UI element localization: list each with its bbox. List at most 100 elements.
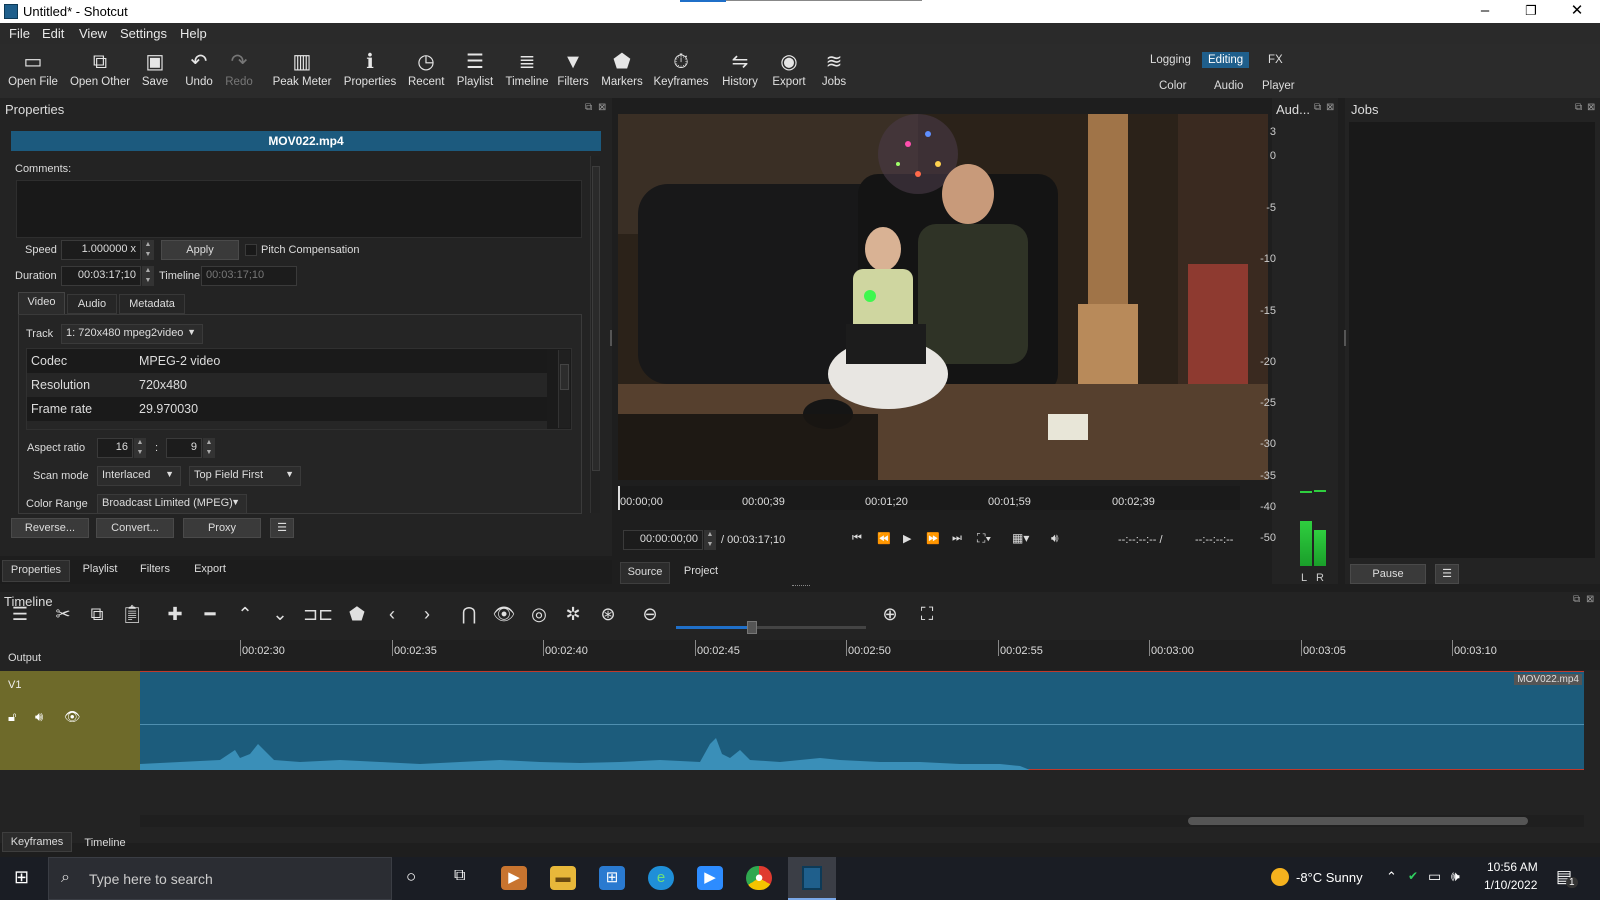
timeline-h-scrollbar[interactable]	[140, 815, 1584, 827]
security-check-icon[interactable]: ✔	[1408, 869, 1418, 883]
layout-fx[interactable]: FX	[1262, 52, 1289, 68]
pause-button[interactable]: Pause	[1350, 564, 1426, 584]
open-file-button[interactable]: ▭ Open File	[8, 48, 58, 88]
ripple-icon[interactable]: ◎	[527, 604, 551, 625]
minimize-icon[interactable]: –	[1462, 0, 1508, 23]
remove-icon[interactable]: ━	[198, 604, 222, 625]
speed-spinner[interactable]: ▲ ▼	[142, 240, 154, 260]
tab-project[interactable]: Project	[673, 562, 729, 584]
aspect-height-input[interactable]: 9	[166, 438, 202, 458]
panel-close-icon[interactable]: ⊠	[1326, 102, 1334, 113]
zoom-slider-handle[interactable]	[747, 621, 757, 634]
aspect-width-input[interactable]: 16	[97, 438, 133, 458]
timeline-h-scroll-thumb[interactable]	[1188, 817, 1528, 825]
ripple-markers-icon[interactable]: ⊛	[596, 604, 620, 625]
open-other-button[interactable]: ⧉ Open Other	[68, 48, 132, 88]
position-timecode[interactable]: 00:00:00;00	[623, 530, 703, 550]
paste-icon[interactable]: 📋︎	[120, 604, 144, 625]
track-select[interactable]: 1: 720x480 mpeg2video ▼	[61, 324, 203, 344]
proxy-button[interactable]: Proxy	[183, 518, 261, 538]
mute-icon[interactable]: 🔊︎	[35, 709, 43, 725]
skip-next-icon[interactable]: ⏭	[952, 532, 962, 545]
rewind-icon[interactable]: ⏪	[877, 532, 891, 545]
track-header-v1[interactable]: V1 🔓︎ 🔊︎ 👁︎	[0, 671, 140, 770]
split-icon[interactable]: ⊐⊏	[303, 604, 333, 625]
aspect-height-spinner[interactable]: ▲ ▼	[203, 438, 215, 458]
duration-input[interactable]: 00:03:17;10	[61, 266, 141, 286]
zoom-app-icon[interactable]: ▶	[697, 866, 723, 890]
zoom-preview-icon[interactable]: ⛶▾	[977, 531, 991, 546]
peak-meter-button[interactable]: ▥ Peak Meter	[272, 48, 332, 88]
restore-icon[interactable]: ❐	[1508, 0, 1554, 23]
snap-icon[interactable]: ⋂	[457, 604, 481, 625]
layout-color[interactable]: Color	[1153, 78, 1192, 94]
jobs-button[interactable]: ≋ Jobs	[818, 48, 850, 88]
zoom-slider[interactable]	[676, 621, 866, 634]
menu-help[interactable]: Help	[180, 26, 207, 41]
menu-edit[interactable]: Edit	[42, 26, 64, 41]
properties-scroll-thumb[interactable]	[592, 166, 600, 471]
menu-settings[interactable]: Settings	[120, 26, 167, 41]
tab-video[interactable]: Video	[18, 292, 65, 314]
panel-close-icon[interactable]: ⊠	[598, 102, 606, 113]
markers-button[interactable]: ⬟ Markers	[601, 48, 643, 88]
network-icon[interactable]: ▭	[1428, 868, 1441, 885]
tab-keyframes[interactable]: Keyframes	[2, 832, 72, 852]
speed-input[interactable]: 1.000000 x	[61, 240, 141, 260]
layout-audio[interactable]: Audio	[1208, 78, 1249, 94]
keyframes-button[interactable]: ⏱ Keyframes	[653, 48, 709, 88]
float-icon[interactable]: ⧉	[585, 102, 592, 113]
history-button[interactable]: ⇋ History	[720, 48, 760, 88]
microsoft-store-icon[interactable]: ⊞	[599, 866, 625, 890]
float-icon[interactable]: ⧉	[1573, 594, 1580, 605]
panel-close-icon[interactable]: ⊠	[1586, 594, 1594, 605]
play-icon[interactable]: ▶	[903, 532, 911, 545]
layout-player[interactable]: Player	[1256, 78, 1301, 94]
pitch-compensation-checkbox[interactable]	[245, 244, 257, 256]
next-marker-icon[interactable]: ›	[415, 604, 439, 625]
timeline-button[interactable]: ≣ Timeline	[505, 48, 549, 88]
splitter-handle[interactable]	[1344, 330, 1346, 346]
aspect-width-spinner[interactable]: ▲ ▼	[134, 438, 146, 458]
tab-properties[interactable]: Properties	[2, 560, 70, 582]
chevron-up-icon[interactable]: ⌃	[1386, 869, 1397, 885]
cortana-icon[interactable]: ○	[406, 867, 416, 887]
volume-icon[interactable]: 🔊︎	[1051, 531, 1059, 546]
export-button[interactable]: ◉ Export	[770, 48, 808, 88]
grid-icon[interactable]: ▦▾	[1012, 531, 1029, 545]
properties-menu-icon[interactable]: ☰	[270, 518, 294, 538]
layout-logging[interactable]: Logging	[1144, 52, 1197, 68]
color-range-select[interactable]: Broadcast Limited (MPEG) ▼	[97, 494, 247, 514]
recent-button[interactable]: ◷ Recent	[408, 48, 444, 88]
eye-icon[interactable]: 👁︎	[64, 709, 81, 725]
tab-timeline[interactable]: Timeline	[75, 834, 135, 854]
shotcut-taskbar-button[interactable]	[788, 857, 836, 900]
chrome-icon[interactable]: ●	[746, 866, 772, 890]
comments-textarea[interactable]	[16, 180, 582, 238]
splitter-grip[interactable]	[792, 585, 810, 587]
timeline-clip[interactable]: MOV022.mp4	[140, 671, 1584, 770]
redo-button[interactable]: ↷ Redo	[224, 48, 254, 88]
tab-metadata[interactable]: Metadata	[119, 294, 185, 314]
splitter-handle[interactable]	[610, 330, 612, 346]
float-icon[interactable]: ⧉	[1314, 102, 1321, 113]
clock-time[interactable]: 10:56 AM	[1487, 860, 1538, 874]
task-view-icon[interactable]: ⧉	[454, 867, 465, 885]
float-icon[interactable]: ⧉	[1575, 102, 1582, 113]
tab-playlist[interactable]: Playlist	[72, 560, 128, 582]
info-scroll-thumb[interactable]	[560, 364, 569, 390]
append-icon[interactable]: ✚	[163, 604, 187, 625]
jobs-menu-icon[interactable]: ☰	[1435, 564, 1459, 584]
tab-filters[interactable]: Filters	[130, 560, 180, 582]
lock-icon[interactable]: 🔓︎	[8, 709, 16, 725]
edge-icon[interactable]: e	[648, 866, 674, 890]
convert-button[interactable]: Convert...	[96, 518, 174, 538]
fast-forward-icon[interactable]: ⏩	[926, 532, 940, 545]
file-explorer-icon[interactable]: ▬	[550, 866, 576, 890]
scan-mode-select[interactable]: Interlaced ▼	[97, 466, 181, 486]
menu-view[interactable]: View	[79, 26, 107, 41]
playlist-button[interactable]: ☰ Playlist	[455, 48, 495, 88]
player-ruler[interactable]: 00:00;00 00:00;39 00:01;20 00:01;59 00:0…	[618, 486, 1240, 510]
zoom-fit-icon[interactable]: ⛶	[915, 604, 939, 625]
reverse-button[interactable]: Reverse...	[11, 518, 89, 538]
